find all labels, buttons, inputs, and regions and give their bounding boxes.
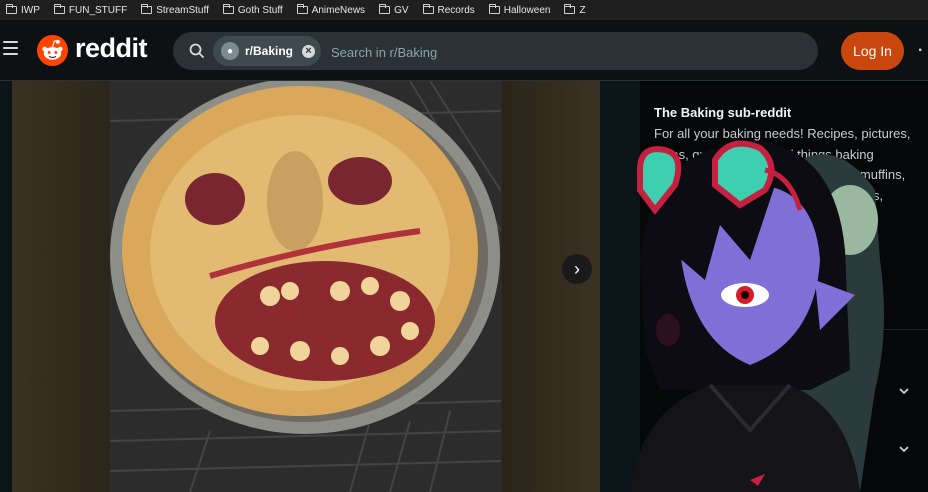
- bookmark-label: AnimeNews: [311, 4, 366, 16]
- site-header: reddit ● r/Baking × Log In ·: [0, 20, 928, 81]
- folder-icon: [488, 4, 500, 14]
- bookmark-label: FUN_STUFF: [68, 4, 128, 16]
- bookmark-gv[interactable]: GV: [379, 4, 409, 16]
- bookmark-label: Halloween: [503, 4, 551, 16]
- search-input[interactable]: [329, 41, 793, 63]
- more-options-icon[interactable]: ·: [918, 43, 923, 59]
- login-button[interactable]: Log In: [841, 32, 904, 70]
- search-bar[interactable]: ● r/Baking ×: [173, 32, 818, 70]
- bookmark-halloween[interactable]: Halloween: [488, 4, 551, 16]
- bookmarks-bar: IWP FUN_STUFF StreamStuff Goth Stuff Ani…: [0, 0, 928, 20]
- folder-icon: [141, 4, 153, 14]
- search-icon: [189, 43, 205, 59]
- bookmark-label: GV: [394, 4, 409, 16]
- reddit-wordmark[interactable]: reddit: [75, 33, 148, 64]
- menu-icon[interactable]: [3, 41, 18, 55]
- folder-icon: [296, 4, 308, 14]
- folder-icon: [422, 4, 434, 14]
- community-title: The Baking sub-reddit: [654, 105, 792, 120]
- pie-photo[interactable]: [110, 81, 501, 492]
- bookmark-streamstuff[interactable]: StreamStuff: [141, 4, 209, 16]
- reddit-logo-icon[interactable]: [37, 35, 68, 66]
- bookmark-records[interactable]: Records: [422, 4, 475, 16]
- close-icon[interactable]: ×: [302, 44, 316, 58]
- bookmark-fun-stuff[interactable]: FUN_STUFF: [53, 4, 128, 16]
- post-media-area: › The Baking sub-reddit For all your bak…: [0, 81, 928, 492]
- bookmark-label: Goth Stuff: [237, 4, 283, 16]
- bookmark-label: StreamStuff: [156, 4, 209, 16]
- vtuber-avatar-overlay: [630, 140, 884, 492]
- bookmark-animenews[interactable]: AnimeNews: [296, 4, 366, 16]
- subreddit-avatar-icon: ●: [221, 42, 239, 60]
- bookmark-goth-stuff[interactable]: Goth Stuff: [222, 4, 283, 16]
- next-image-button[interactable]: ›: [562, 254, 592, 284]
- folder-icon: [6, 4, 17, 14]
- bookmark-label: Records: [437, 4, 475, 16]
- bookmark-z[interactable]: Z: [564, 4, 586, 16]
- folder-icon: [222, 4, 234, 14]
- bookmark-label: Z: [579, 4, 586, 16]
- subreddit-chip[interactable]: ● r/Baking ×: [213, 36, 321, 66]
- folder-icon: [379, 4, 391, 14]
- folder-icon: [564, 4, 576, 14]
- bookmark-label: IWP: [21, 4, 40, 16]
- subreddit-chip-label: r/Baking: [245, 44, 294, 58]
- folder-icon: [53, 4, 65, 14]
- bookmark-iwp[interactable]: IWP: [6, 4, 40, 16]
